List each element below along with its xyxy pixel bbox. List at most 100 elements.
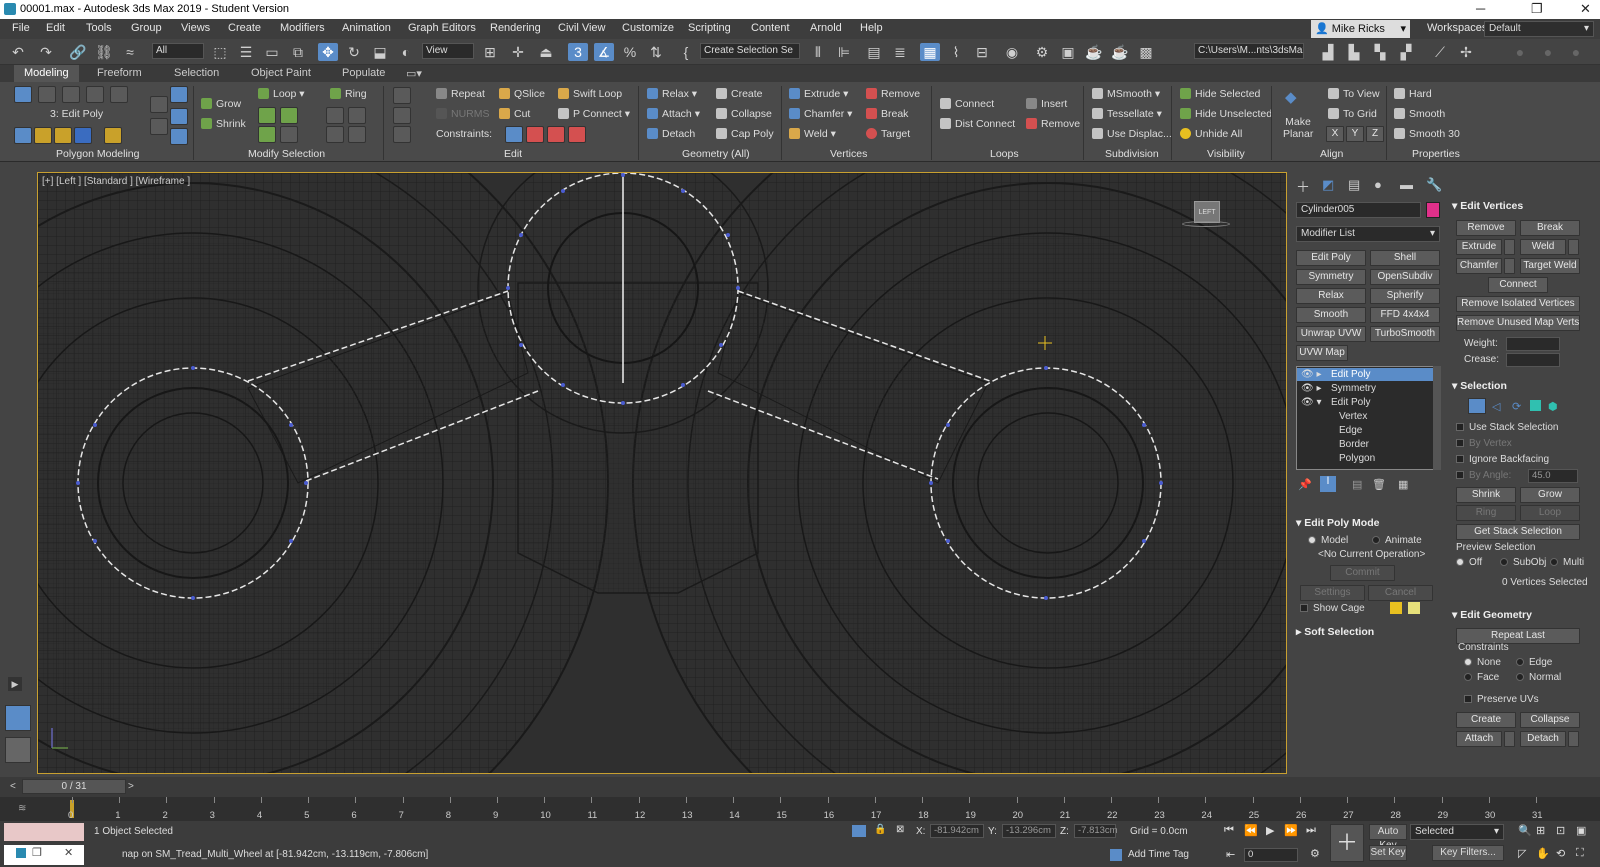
loop-grow-icon[interactable]: [258, 107, 276, 124]
mod-button-uvw-map[interactable]: UVW Map: [1296, 345, 1348, 361]
edit-preserve-icon[interactable]: [393, 87, 411, 104]
commit-button[interactable]: Commit: [1330, 565, 1395, 581]
mod-button-opensubdiv[interactable]: OpenSubdiv: [1370, 269, 1440, 285]
by-angle-spinner[interactable]: 45.0: [1528, 469, 1578, 483]
mod-button-turbosmooth[interactable]: TurboSmooth: [1370, 326, 1440, 342]
use-displacement-button[interactable]: Use Displac...: [1092, 128, 1172, 140]
time-config-icon[interactable]: ⚙: [1310, 847, 1320, 860]
remove-modifier-icon[interactable]: 🗑: [1372, 478, 1386, 491]
pivot-center-icon[interactable]: ⊞: [480, 43, 500, 61]
viewport-layout-tab-icon[interactable]: [5, 705, 31, 731]
relax-button[interactable]: Relax ▾: [647, 88, 697, 100]
constraint-normal-icon[interactable]: [568, 126, 586, 143]
modify-tab-icon[interactable]: ◩: [1322, 177, 1334, 193]
to-view-button[interactable]: To View: [1328, 88, 1380, 100]
panel-loops[interactable]: Loops: [990, 148, 1019, 160]
material-editor-icon[interactable]: ◉: [1002, 43, 1022, 61]
scale-icon[interactable]: ⬓: [370, 43, 390, 61]
stack-sub-edge[interactable]: Edge: [1339, 425, 1362, 436]
stack-item-edit-poly[interactable]: Edit Poly: [1331, 369, 1370, 380]
create-tab-icon[interactable]: ＋: [1296, 177, 1310, 197]
ev-weld-settings-icon[interactable]: [1568, 239, 1579, 255]
tab-modeling[interactable]: Modeling: [14, 65, 79, 82]
asset-tracking-icon[interactable]: ▙: [1344, 43, 1364, 61]
model-radio[interactable]: Model: [1308, 535, 1348, 546]
crease-spinner[interactable]: [1506, 353, 1560, 367]
get-stack-selection-button[interactable]: Get Stack Selection: [1456, 524, 1580, 540]
align-x-button[interactable]: X: [1326, 126, 1344, 142]
shrink-button[interactable]: Shrink: [201, 118, 246, 130]
previous-key-icon[interactable]: ⏪: [1244, 824, 1258, 837]
panel-polygon-modeling[interactable]: Polygon Modeling: [56, 148, 139, 160]
named-selection-dropdown[interactable]: Create Selection Se: [700, 43, 800, 59]
mod-button-smooth[interactable]: Smooth: [1296, 307, 1366, 323]
preserve-uvs-checkbox[interactable]: Preserve UVs: [1464, 694, 1539, 705]
qslice-button[interactable]: QSlice: [499, 88, 545, 100]
pin-stack-icon[interactable]: 📌: [1298, 478, 1312, 491]
create-button[interactable]: Create: [716, 88, 763, 100]
isolate-selection-icon[interactable]: [852, 825, 866, 837]
zoom-icon[interactable]: 🔍: [1518, 824, 1532, 837]
next-key-icon[interactable]: ⏩: [1284, 824, 1298, 837]
geo-detach-button[interactable]: Detach: [1520, 731, 1566, 747]
menu-scripting[interactable]: Scripting: [688, 22, 731, 34]
preview-off-radio[interactable]: Off: [1456, 557, 1482, 568]
mod-button-edit-poly[interactable]: Edit Poly: [1296, 250, 1366, 266]
stack-item-edit-poly-base[interactable]: Edit Poly: [1331, 397, 1370, 408]
weld-button[interactable]: Weld ▾: [789, 128, 836, 140]
pan-icon[interactable]: ✋: [1536, 847, 1550, 860]
to-grid-button[interactable]: To Grid: [1328, 108, 1377, 120]
target-button[interactable]: Target: [866, 128, 910, 140]
tab-populate[interactable]: Populate: [342, 67, 385, 79]
detach-button[interactable]: Detach: [647, 128, 695, 140]
ring-mode-icon[interactable]: [326, 126, 344, 143]
align-z-button[interactable]: Z: [1366, 126, 1384, 142]
menu-graph-editors[interactable]: Graph Editors: [408, 22, 476, 34]
rendered-frame-icon[interactable]: ▣: [1058, 43, 1078, 61]
polygon-level-icon[interactable]: [1530, 400, 1541, 411]
maximize-icon[interactable]: ❐: [1531, 1, 1543, 17]
extrude-button[interactable]: Extrude ▾: [789, 88, 848, 100]
stack-scrollbar[interactable]: [1433, 366, 1441, 470]
remove-loop-button[interactable]: Remove: [1026, 118, 1080, 130]
sel-shrink-button[interactable]: Shrink: [1456, 487, 1516, 503]
brush-icon[interactable]: ⟋: [1430, 43, 1450, 61]
x-coordinate-field[interactable]: -81.942cm: [930, 824, 984, 838]
viewcube[interactable]: LEFT: [1180, 195, 1230, 229]
minimize-icon[interactable]: ─: [1476, 1, 1485, 16]
render-iterative-icon[interactable]: ☕: [1110, 43, 1130, 61]
ribbon-options-icon[interactable]: ▭▾: [406, 67, 422, 80]
stack-item-symmetry[interactable]: Symmetry: [1331, 383, 1376, 394]
mod-button-spherify[interactable]: Spherify: [1370, 288, 1440, 304]
menu-views[interactable]: Views: [181, 22, 210, 34]
cap-poly-button[interactable]: Cap Poly: [716, 128, 774, 140]
schematic-view-icon[interactable]: ⊟: [972, 43, 992, 61]
settings-button[interactable]: Settings: [1300, 585, 1365, 601]
unhide-all-button[interactable]: Unhide All: [1180, 128, 1242, 140]
modifier-list-dropdown[interactable]: Modifier List ▾: [1296, 226, 1440, 242]
sphere-icon[interactable]: ●: [1538, 43, 1558, 61]
menu-content[interactable]: Content: [751, 22, 790, 34]
constraint-normal-radio[interactable]: Normal: [1516, 672, 1561, 683]
ev-remove-button[interactable]: Remove: [1456, 220, 1516, 236]
border-level-icon[interactable]: ⟳: [1512, 400, 1521, 413]
stack-sub-vertex[interactable]: Vertex: [1339, 411, 1367, 422]
menu-arnold[interactable]: Arnold: [810, 22, 842, 34]
sel-loop-button[interactable]: Loop: [1520, 505, 1580, 521]
sphere-icon[interactable]: ●: [1510, 43, 1530, 61]
remove-isolated-button[interactable]: Remove Isolated Vertices: [1456, 296, 1580, 312]
constraint-face-icon[interactable]: [547, 126, 565, 143]
hide-selected-button[interactable]: Hide Selected: [1180, 88, 1260, 100]
maximize-viewport-icon[interactable]: ⛶: [1576, 847, 1584, 860]
nurms-button[interactable]: NURMS: [436, 108, 490, 120]
menu-file[interactable]: File: [12, 22, 30, 34]
ev-weld-button[interactable]: Weld: [1520, 239, 1566, 255]
go-to-start-icon[interactable]: ⏮: [1224, 824, 1234, 837]
menu-group[interactable]: Group: [131, 22, 162, 34]
panel-geometry-all[interactable]: Geometry (All): [682, 148, 750, 160]
attach-button[interactable]: Attach ▾: [647, 108, 700, 120]
constraint-none-radio[interactable]: None: [1464, 657, 1501, 668]
viewport-layout-tab-icon[interactable]: [5, 737, 31, 763]
angle-snap-icon[interactable]: ∡: [594, 43, 614, 61]
swift-loop-button[interactable]: Swift Loop: [558, 88, 622, 100]
